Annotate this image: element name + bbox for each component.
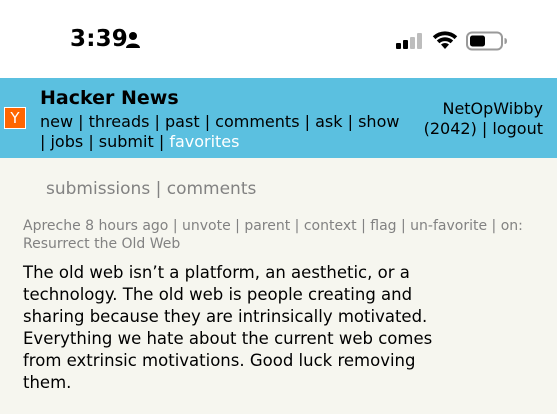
nav-separator: |	[204, 112, 211, 131]
nav-separator: |	[158, 132, 165, 151]
comment-age[interactable]: 8 hours ago	[85, 218, 168, 234]
nav-favorites[interactable]: favorites	[169, 132, 239, 151]
flag-link[interactable]: flag	[370, 218, 396, 234]
comment-author[interactable]: Apreche	[23, 218, 81, 234]
hn-logo[interactable]: Y	[4, 107, 26, 129]
meta-separator: |	[491, 218, 497, 234]
comment-body: The old web isn’t a platform, an aesthet…	[23, 262, 463, 394]
subnav-submissions[interactable]: submissions	[46, 179, 150, 199]
nav-separator: |	[304, 112, 311, 131]
nav-separator: |	[78, 112, 84, 131]
username-link[interactable]: NetOpWibby	[442, 99, 543, 118]
nav-separator: |	[40, 132, 46, 151]
status-bar: 3:39	[0, 0, 557, 78]
nav-separator: |	[88, 132, 94, 151]
nav-jobs[interactable]: jobs	[50, 132, 83, 151]
nav-new[interactable]: new	[40, 112, 73, 131]
cellular-signal-icon	[396, 33, 422, 49]
site-title[interactable]: Hacker News	[40, 87, 179, 109]
meta-separator: |	[172, 218, 178, 234]
meta-separator: |	[235, 218, 240, 234]
nav-past[interactable]: past	[165, 112, 200, 131]
nav-threads[interactable]: threads	[89, 112, 150, 131]
unfavorite-link[interactable]: un-favorite	[410, 218, 487, 234]
logout-link[interactable]: logout	[492, 119, 543, 138]
parent-link[interactable]: parent	[244, 218, 290, 234]
person-icon	[126, 32, 140, 48]
on-label: on:	[500, 218, 523, 234]
nav-comments[interactable]: comments	[215, 112, 299, 131]
meta-separator: |	[294, 218, 300, 234]
nav-separator: |	[347, 112, 353, 131]
subnav-comments[interactable]: comments	[167, 179, 257, 199]
user-block: NetOpWibby (2042) | logout	[424, 99, 543, 139]
comment-line: sharing because they are intrinsically m…	[23, 307, 428, 326]
status-time: 3:39	[70, 26, 129, 52]
meta-separator: |	[401, 218, 406, 234]
nav-ask[interactable]: ask	[315, 112, 342, 131]
comment-line: from extrinsic motivations. Good luck re…	[23, 351, 416, 370]
unvote-link[interactable]: unvote	[182, 218, 231, 234]
wifi-icon	[432, 31, 458, 49]
context-link[interactable]: context	[304, 218, 357, 234]
favorites-subnav: submissions | comments	[46, 179, 256, 199]
story-title-link[interactable]: Resurrect the Old Web	[23, 236, 180, 252]
nav-separator: |	[481, 119, 488, 138]
karma: (2042)	[423, 119, 477, 138]
comment-line: Everything we hate about the current web…	[23, 329, 433, 348]
nav-line-1: new | threads | past | comments | ask | …	[40, 112, 399, 131]
nav-separator: |	[154, 112, 160, 131]
nav-show[interactable]: show	[358, 112, 399, 131]
comment-line: them.	[23, 373, 72, 392]
subnav-separator: |	[155, 179, 167, 199]
nav-submit[interactable]: submit	[99, 132, 154, 151]
comment-line: The old web isn’t a platform, an aesthet…	[23, 263, 410, 282]
nav-line-2: | jobs | submit | favorites	[40, 132, 239, 151]
comment-line: technology. The old web is people creati…	[23, 285, 413, 304]
comment-meta: Apreche 8 hours ago | unvote | parent | …	[23, 217, 533, 253]
battery-icon	[466, 31, 507, 51]
meta-separator: |	[361, 218, 366, 234]
